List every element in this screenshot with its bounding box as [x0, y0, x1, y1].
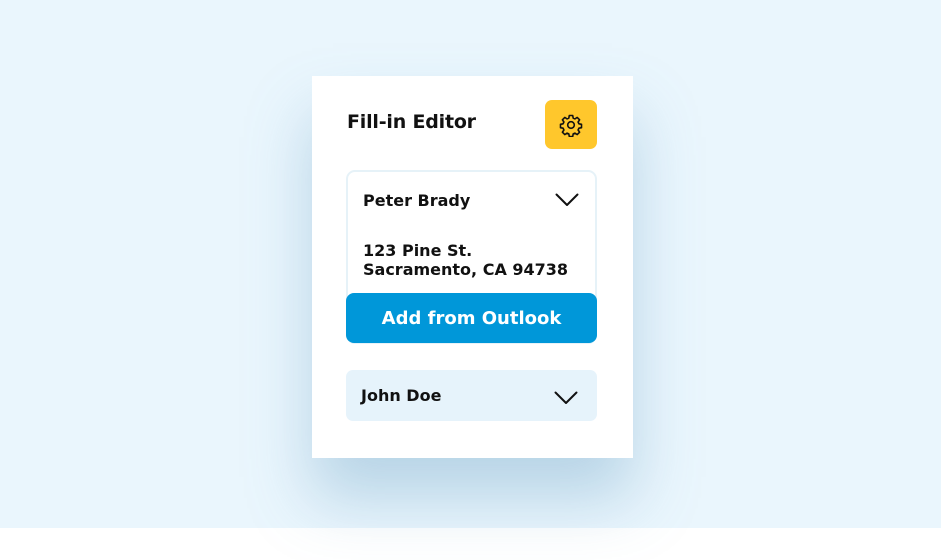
chevron-down-icon[interactable] — [554, 391, 578, 405]
panel-title: Fill-in Editor — [347, 111, 476, 133]
address-line-1: 123 Pine St. — [363, 241, 473, 260]
settings-button[interactable] — [545, 100, 597, 149]
contact-address: 123 Pine St. Sacramento, CA 94738 — [363, 241, 568, 279]
contact-card-john-doe[interactable]: John Doe — [346, 370, 597, 421]
chevron-down-icon[interactable] — [555, 193, 579, 207]
contact-name: Peter Brady — [363, 191, 471, 210]
fill-in-editor-panel: Fill-in Editor Peter Brady 123 Pine St. … — [312, 76, 633, 458]
add-from-outlook-button[interactable]: Add from Outlook — [346, 293, 597, 343]
gear-icon — [559, 114, 583, 137]
address-line-2: Sacramento, CA 94738 — [363, 260, 569, 279]
contact-name: John Doe — [361, 386, 442, 405]
